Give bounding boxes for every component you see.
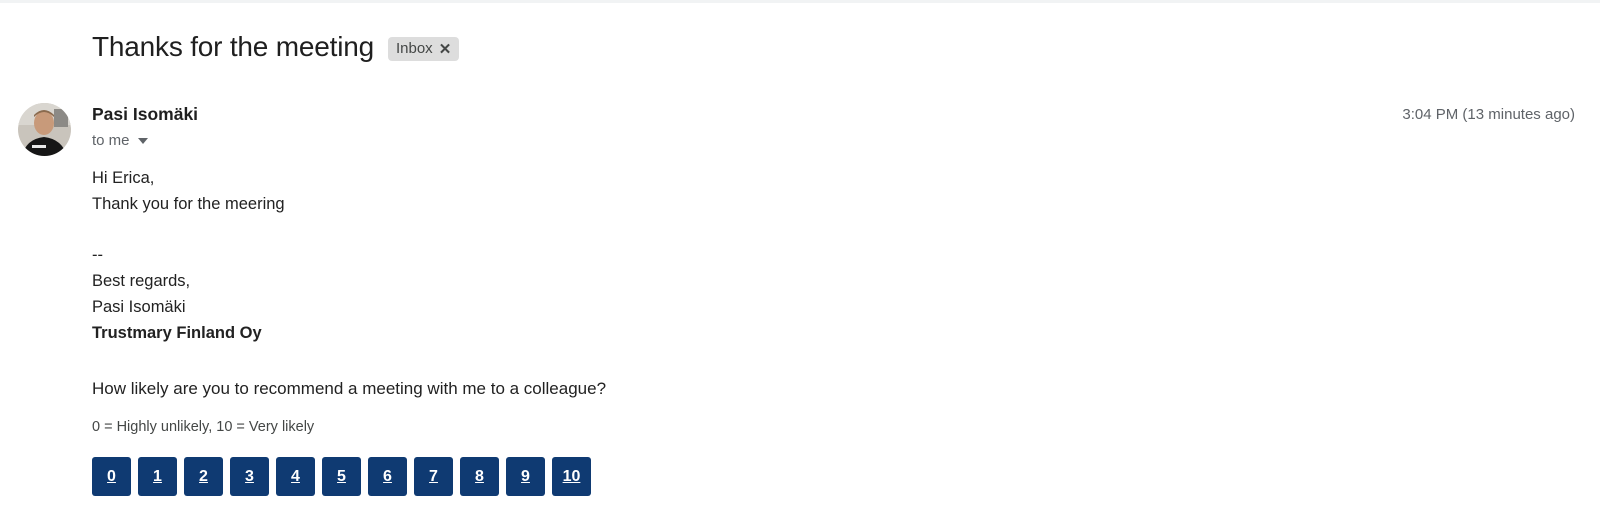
signoff-line: Best regards,: [92, 272, 191, 290]
rating-button-4[interactable]: 4: [276, 457, 315, 496]
subject-row: Thanks for the meeting Inbox ✕: [92, 30, 460, 64]
rating-button-0[interactable]: 0: [92, 457, 131, 496]
header-divider: [0, 0, 1600, 3]
rating-label: 10: [562, 467, 581, 485]
signature-separator: --: [92, 246, 103, 264]
rating-buttons: 0 1 2 3 4 5 6 7 8 9 10: [92, 457, 598, 496]
greeting-line: Hi Erica,: [92, 169, 155, 187]
rating-button-1[interactable]: 1: [138, 457, 177, 496]
sender-name[interactable]: Pasi Isomäki: [92, 104, 198, 125]
rating-button-10[interactable]: 10: [552, 457, 591, 496]
label-text: Inbox: [395, 40, 433, 57]
rating-label: 1: [153, 467, 162, 485]
rating-button-3[interactable]: 3: [230, 457, 269, 496]
inbox-label-chip[interactable]: Inbox ✕: [387, 36, 460, 61]
rating-label: 4: [291, 467, 300, 485]
rating-button-2[interactable]: 2: [184, 457, 223, 496]
rating-label: 5: [337, 467, 346, 485]
close-icon[interactable]: ✕: [439, 40, 452, 58]
rating-label: 2: [199, 467, 208, 485]
rating-label: 9: [521, 467, 530, 485]
email-subject: Thanks for the meeting: [92, 31, 374, 62]
avatar[interactable]: [18, 103, 71, 156]
sender-photo: [18, 103, 71, 156]
signature-name: Pasi Isomäki: [92, 298, 186, 316]
rating-button-8[interactable]: 8: [460, 457, 499, 496]
rating-button-7[interactable]: 7: [414, 457, 453, 496]
message-body: Hi Erica, Thank you for the meering -- B…: [92, 165, 285, 346]
survey-scale-note: 0 = Highly unlikely, 10 = Very likely: [92, 419, 315, 435]
rating-button-5[interactable]: 5: [322, 457, 361, 496]
rating-button-6[interactable]: 6: [368, 457, 407, 496]
rating-label: 8: [475, 467, 484, 485]
chevron-down-icon[interactable]: [137, 137, 148, 144]
rating-label: 7: [429, 467, 438, 485]
rating-label: 0: [107, 467, 116, 485]
body-line: Thank you for the meering: [92, 195, 285, 213]
recipient-text: to me: [92, 132, 130, 149]
signature-company: Trustmary Finland Oy: [92, 324, 262, 342]
rating-label: 6: [383, 467, 392, 485]
rating-label: 3: [245, 467, 254, 485]
rating-button-9[interactable]: 9: [506, 457, 545, 496]
recipient-details-toggle[interactable]: to me: [92, 132, 148, 149]
message-timestamp: 3:04 PM (13 minutes ago): [1402, 106, 1575, 123]
survey-question: How likely are you to recommend a meetin…: [92, 379, 607, 398]
